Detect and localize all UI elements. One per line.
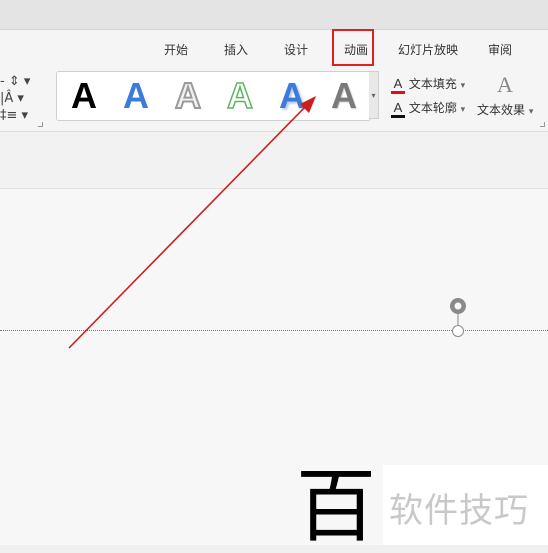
resize-handle[interactable] (452, 325, 464, 337)
annotation-arrow-line (68, 104, 308, 349)
watermark: 软件技巧 (383, 465, 548, 545)
watermark-text: 软件技巧 (389, 491, 529, 531)
annotation-overlay (68, 96, 466, 349)
rotate-handle-icon[interactable] (450, 298, 466, 314)
